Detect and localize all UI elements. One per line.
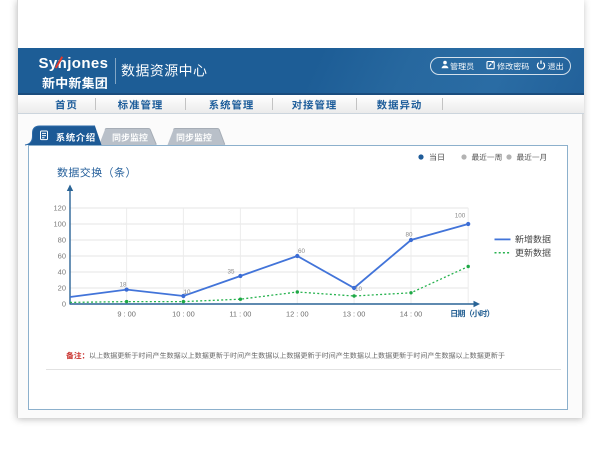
svg-text:11 : 00: 11 : 00 <box>229 310 251 319</box>
svg-text:13 : 00: 13 : 00 <box>343 310 366 319</box>
svg-text:40: 40 <box>58 268 66 277</box>
svg-text:80: 80 <box>58 236 66 245</box>
svg-text:10: 10 <box>355 286 363 293</box>
svg-text:80: 80 <box>405 232 413 239</box>
svg-text:18: 18 <box>119 282 127 289</box>
svg-text:100: 100 <box>455 213 466 220</box>
svg-text:9 : 00: 9 : 00 <box>117 310 136 319</box>
svg-text:120: 120 <box>53 204 66 213</box>
svg-text:60: 60 <box>298 248 306 255</box>
svg-text:0: 0 <box>62 300 66 309</box>
svg-text:20: 20 <box>58 284 66 293</box>
svg-text:100: 100 <box>53 220 66 229</box>
svg-text:10 : 00: 10 : 00 <box>172 310 195 319</box>
svg-text:60: 60 <box>58 252 66 261</box>
svg-text:35: 35 <box>227 269 235 276</box>
svg-text:14 : 00: 14 : 00 <box>400 310 423 319</box>
svg-text:10: 10 <box>183 289 191 296</box>
svg-text:12 : 00: 12 : 00 <box>286 310 309 319</box>
